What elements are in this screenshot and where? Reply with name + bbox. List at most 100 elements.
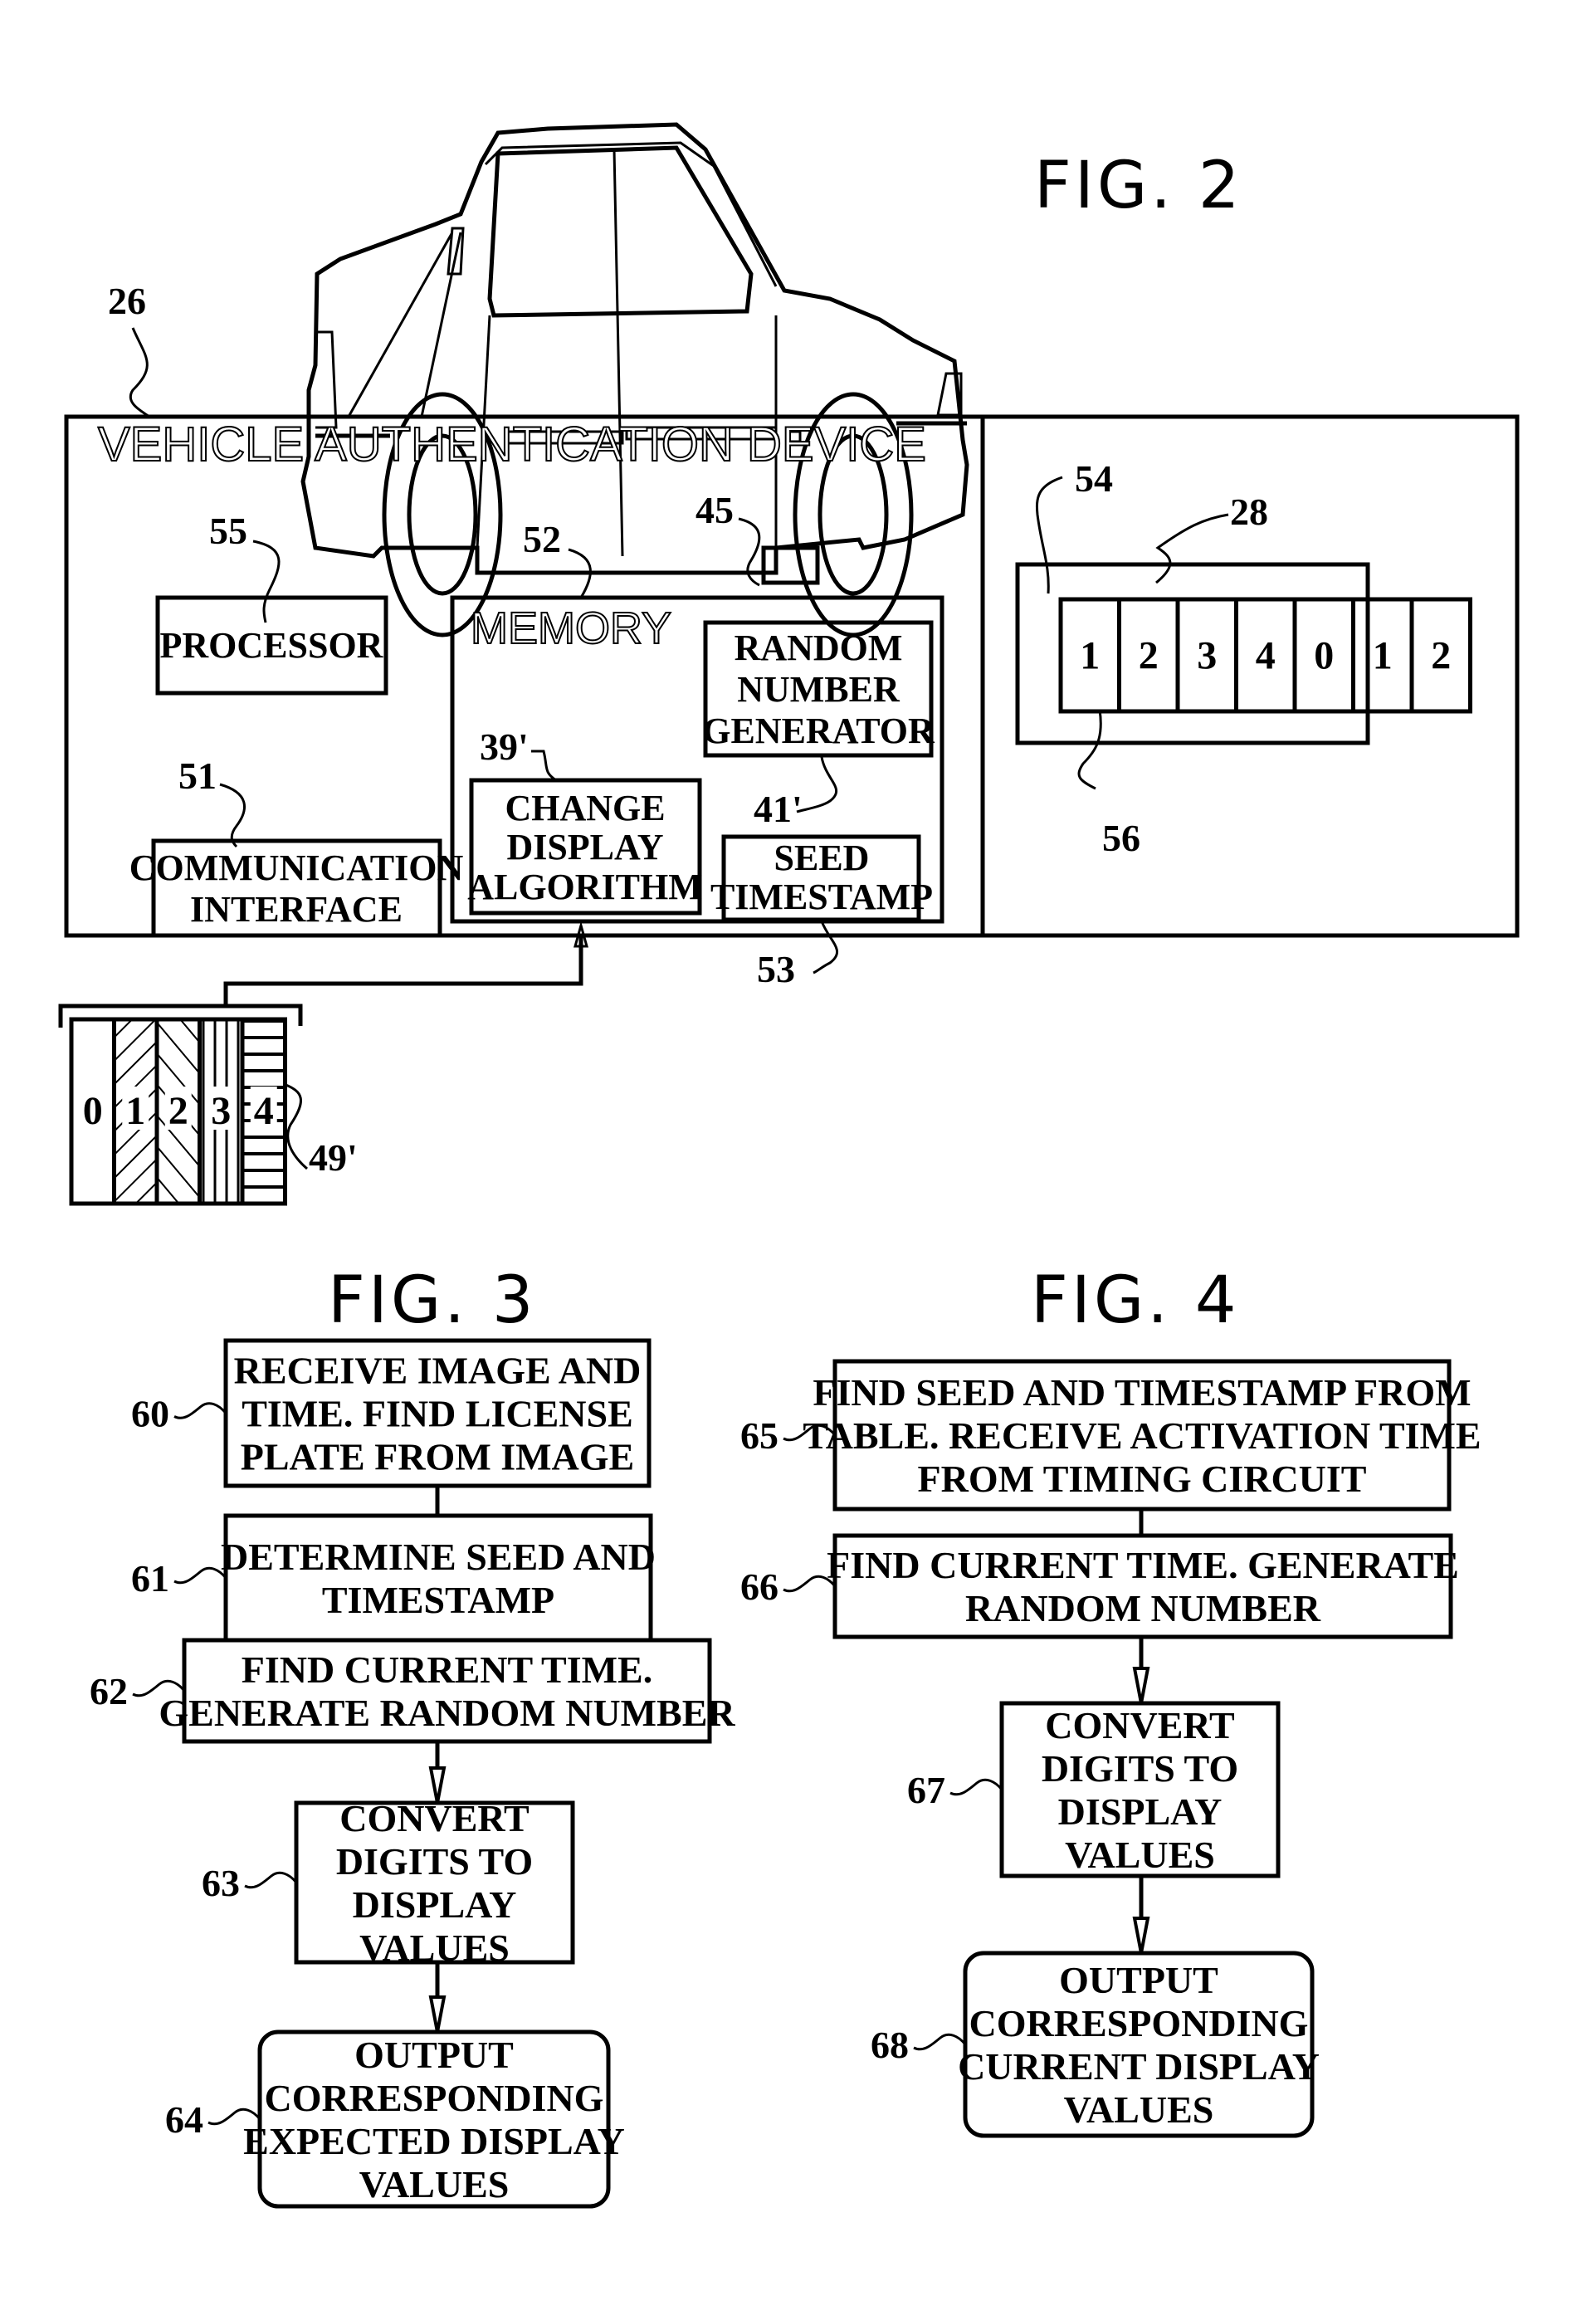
- step-text: RECEIVE IMAGE AND: [234, 1350, 642, 1392]
- ref-51: 51: [178, 755, 217, 797]
- step-ref: 67: [907, 1769, 945, 1811]
- fig3-step-63: CONVERTDIGITS TODISPLAYVALUES 63: [202, 1797, 575, 1969]
- arrow-connector: [223, 935, 583, 1006]
- plate-digit-cell: 3: [1175, 597, 1238, 714]
- legend-cell-vertical-hatch: 3: [198, 1017, 245, 1206]
- ref-53: 53: [757, 948, 795, 990]
- step-text: FIND SEED AND TIMESTAMP FROM: [813, 1371, 1471, 1414]
- rng-line-3: GENERATOR: [702, 711, 935, 751]
- legend-digit: 3: [211, 1089, 231, 1133]
- leader-line: [796, 756, 837, 813]
- comm-line-2: INTERFACE: [190, 889, 403, 930]
- comm-line-1: COMMUNICATION: [129, 847, 464, 888]
- patent-drawing-sheet: FIG. 2 26 VEHICLE AUTHENTICATION DEVICE …: [58, 122, 1520, 2209]
- ref-45: 45: [696, 489, 734, 531]
- ref-49: 49': [309, 1136, 358, 1179]
- legend-digit: 1: [125, 1089, 145, 1133]
- fig4-step-65: FIND SEED AND TIMESTAMP FROMTABLE. RECEI…: [740, 1359, 1481, 1512]
- flow-arrow-head: [428, 1995, 447, 2033]
- step-text: VALUES: [1064, 2088, 1214, 2131]
- step-text: RANDOM NUMBER: [965, 1587, 1321, 1629]
- plate-digit: 3: [1197, 634, 1217, 678]
- fig4-title: FIG. 4: [1031, 1263, 1240, 1338]
- leader-line: [531, 750, 557, 782]
- legend-cell-back-hatch: 2: [154, 1017, 202, 1206]
- connection-line: [420, 232, 462, 418]
- step-text: VALUES: [359, 1927, 510, 1969]
- car-illustration: [300, 122, 969, 637]
- step-text: FROM TIMING CIRCUIT: [918, 1458, 1367, 1500]
- processor-label: PROCESSOR: [160, 625, 384, 666]
- ref-41: 41': [754, 788, 803, 830]
- step-ref: 66: [740, 1565, 778, 1608]
- plate-digit: 4: [1256, 634, 1276, 678]
- fig3-flowchart: RECEIVE IMAGE ANDTIME. FIND LICENSEPLATE…: [90, 1338, 735, 2209]
- ref-56: 56: [1102, 817, 1140, 859]
- plate-digit: 2: [1139, 634, 1159, 678]
- ref-39: 39': [480, 725, 529, 768]
- step-text: TIMESTAMP: [322, 1579, 554, 1621]
- step-text: TABLE. RECEIVE ACTIVATION TIME: [803, 1414, 1481, 1457]
- step-text: PLATE FROM IMAGE: [241, 1436, 634, 1478]
- leader-line: [1155, 513, 1229, 584]
- step-text: CORRESPONDING: [265, 2077, 604, 2119]
- ref-54: 54: [1075, 457, 1113, 500]
- step-text: OUTPUT: [1059, 1959, 1218, 2001]
- ref-52: 52: [523, 518, 561, 560]
- step-text: VALUES: [359, 2163, 510, 2205]
- step-ref: 63: [202, 1862, 240, 1904]
- leader-line: [1077, 709, 1102, 790]
- leader-line: [173, 1566, 227, 1585]
- timing-circuit-box: [761, 545, 820, 585]
- display-value-legend: 01234: [69, 1017, 287, 1206]
- legend-cell-horizontal-hatch: 4: [240, 1017, 287, 1206]
- plate-digit: 1: [1373, 634, 1393, 678]
- fig4-step-66: FIND CURRENT TIME. GENERATERANDOM NUMBER…: [740, 1533, 1459, 1639]
- step-text: DIGITS TO: [1042, 1747, 1238, 1790]
- license-plate-digits: 1234012: [1058, 597, 1472, 714]
- leader-line: [283, 1082, 308, 1170]
- step-text: EXPECTED DISPLAY: [243, 2120, 625, 2162]
- plate-digit: 0: [1314, 634, 1334, 678]
- leader-line: [738, 517, 761, 587]
- leader-line: [173, 1402, 227, 1419]
- leader-line: [252, 540, 281, 623]
- flow-arrow-head: [1132, 1917, 1150, 1954]
- seed-line-1: SEED: [774, 838, 870, 878]
- connection-line: [347, 232, 454, 418]
- leader-line: [129, 327, 150, 418]
- step-text: GENERATE RANDOM NUMBER: [159, 1692, 735, 1734]
- step-ref: 61: [131, 1557, 169, 1600]
- leader-line: [244, 1871, 298, 1889]
- rng-line-2: NUMBER: [737, 669, 900, 710]
- device-title: VEHICLE AUTHENTICATION DEVICE: [98, 418, 926, 471]
- fig3-title: FIG. 3: [328, 1263, 537, 1338]
- leader-line: [219, 783, 246, 848]
- step-ref: 60: [131, 1393, 169, 1435]
- legend-digit: 2: [168, 1089, 188, 1133]
- leader-line: [813, 921, 839, 974]
- fig2-title: FIG. 2: [1034, 149, 1243, 223]
- step-ref: 62: [90, 1670, 128, 1712]
- step-text: DIGITS TO: [336, 1840, 533, 1883]
- plate-digit-cell: 1: [1351, 597, 1414, 714]
- fig3-step-62: FIND CURRENT TIME.GENERATE RANDOM NUMBER…: [90, 1638, 735, 1744]
- step-ref: 64: [165, 2098, 203, 2141]
- plate-digit-cell: 2: [1117, 597, 1180, 714]
- memory-label: MEMORY: [471, 603, 671, 653]
- ref-26: 26: [108, 280, 146, 322]
- legend-cell-blank: 0: [69, 1017, 116, 1206]
- seed-line-2: TIMESTAMP: [710, 877, 933, 917]
- step-ref: 65: [740, 1414, 778, 1457]
- step-text: FIND CURRENT TIME.: [242, 1648, 652, 1691]
- ref-55: 55: [209, 510, 247, 552]
- rng-line-1: RANDOM: [735, 628, 903, 668]
- legend-cell-forward-hatch: 1: [112, 1017, 159, 1206]
- plate-digit-cell: 0: [1292, 597, 1355, 714]
- step-text: DETERMINE SEED AND: [221, 1536, 656, 1578]
- plate-digit: 2: [1431, 634, 1451, 678]
- plate-digit: 1: [1080, 634, 1100, 678]
- fig4-step-68: OUTPUTCORRESPONDINGCURRENT DISPLAYVALUES…: [871, 1951, 1320, 2138]
- plate-digit-cell: 1: [1058, 597, 1121, 714]
- legend-digit: 0: [83, 1089, 103, 1133]
